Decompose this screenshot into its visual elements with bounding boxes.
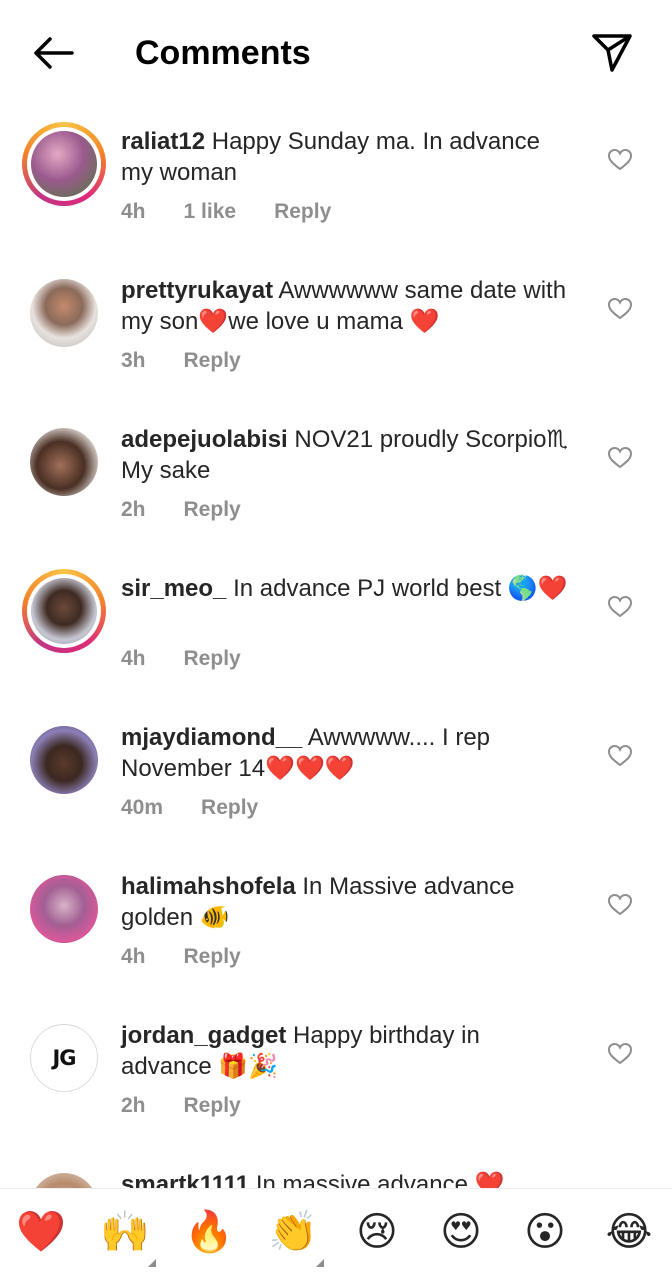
heart-icon[interactable] — [607, 893, 633, 917]
comment-time: 2h — [121, 1094, 146, 1117]
comment-body: In massive advance ❤️ — [255, 1171, 505, 1188]
avatar: JG — [30, 1024, 98, 1092]
comment-time: 40m — [121, 796, 164, 819]
comment-item: raliat12 Happy Sunday ma. In advance my … — [0, 104, 672, 253]
comment-text: sir_meo_ In advance PJ world best 🌎❤️ — [121, 573, 576, 604]
emoji-laughing-face[interactable]: 😂 — [602, 1207, 656, 1261]
emoji-fire[interactable]: 🔥 — [182, 1207, 236, 1261]
reply-button[interactable]: Reply — [274, 200, 331, 224]
avatar-story-ring[interactable] — [22, 569, 106, 653]
comment-item: JG jordan_gadget Happy birthday in advan… — [0, 998, 672, 1147]
comment-time: 2h — [121, 498, 146, 521]
reply-button[interactable]: Reply — [201, 796, 258, 820]
comment-meta: 4h 1 like Reply — [121, 200, 369, 224]
avatar-wrapper[interactable] — [22, 718, 106, 802]
avatar — [31, 578, 97, 644]
more-options-indicator — [316, 1259, 324, 1267]
comment-username[interactable]: prettyrukayat — [121, 277, 273, 304]
comment-item: smartk1111 In massive advance ❤️ — [0, 1147, 672, 1188]
comment-item: prettyrukayat Awwwwww same date with my … — [0, 253, 672, 402]
comment-text: mjaydiamond__ Awwwww.... I rep November … — [121, 722, 576, 784]
comment-item: adepejuolabisi NOV21 proudly Scorpio♏ My… — [0, 402, 672, 551]
heart-icon[interactable] — [607, 595, 633, 619]
comment-meta: 4h Reply — [121, 945, 279, 969]
emoji-crying-face[interactable]: 😢 — [350, 1207, 404, 1261]
heart-icon[interactable] — [607, 148, 633, 172]
comment-meta: 3h Reply — [121, 349, 279, 373]
more-options-indicator — [148, 1259, 156, 1267]
comments-list[interactable]: raliat12 Happy Sunday ma. In advance my … — [0, 104, 672, 1188]
comment-text: smartk1111 In massive advance ❤️ — [121, 1169, 576, 1188]
heart-icon[interactable] — [607, 1042, 633, 1066]
emoji-reaction-bar: ❤️ 🙌 🔥 👏 😢 😍 😮 😂 — [0, 1188, 672, 1272]
avatar — [30, 726, 98, 794]
comment-text: prettyrukayat Awwwwww same date with my … — [121, 275, 576, 337]
comment-username[interactable]: sir_meo_ — [121, 575, 226, 602]
emoji-heart-eyes[interactable]: 😍 — [434, 1207, 488, 1261]
reply-button[interactable]: Reply — [184, 1094, 241, 1118]
avatar-wrapper[interactable] — [22, 271, 106, 355]
comment-username[interactable]: halimahshofela — [121, 873, 296, 900]
comment-username[interactable]: mjaydiamond__ — [121, 724, 302, 751]
comment-text: halimahshofela In Massive advance golden… — [121, 871, 576, 933]
emoji-surprised-face[interactable]: 😮 — [518, 1207, 572, 1261]
comment-meta: 2h Reply — [121, 1094, 279, 1118]
comment-username[interactable]: raliat12 — [121, 128, 205, 155]
comment-time: 4h — [121, 200, 146, 223]
avatar-wrapper[interactable]: JG — [22, 1016, 106, 1100]
emoji-raising-hands-glyph: 🙌 — [100, 1210, 150, 1254]
page-title: Comments — [135, 34, 311, 72]
heart-icon[interactable] — [607, 297, 633, 321]
comment-body: In advance PJ world best 🌎❤️ — [233, 575, 568, 602]
avatar — [30, 428, 98, 496]
avatar-initials: JG — [52, 1046, 76, 1070]
avatar-wrapper[interactable] — [22, 420, 106, 504]
back-arrow-icon[interactable] — [28, 30, 78, 76]
comment-meta: 40m Reply — [121, 796, 296, 820]
reply-button[interactable]: Reply — [184, 498, 241, 522]
comment-likes[interactable]: 1 like — [184, 200, 237, 224]
heart-icon[interactable] — [607, 446, 633, 470]
paper-plane-icon[interactable] — [588, 30, 636, 76]
emoji-raising-hands[interactable]: 🙌 — [98, 1207, 156, 1267]
avatar-wrapper[interactable] — [22, 1165, 106, 1188]
header: Comments — [0, 0, 672, 104]
comment-meta: 2h Reply — [121, 498, 279, 522]
avatar — [30, 1173, 98, 1188]
comment-username[interactable]: adepejuolabisi — [121, 426, 288, 453]
reply-button[interactable]: Reply — [184, 945, 241, 969]
comment-username[interactable]: jordan_gadget — [121, 1022, 286, 1049]
avatar — [30, 875, 98, 943]
comment-time: 3h — [121, 349, 146, 372]
comment-item: halimahshofela In Massive advance golden… — [0, 849, 672, 998]
comment-text: jordan_gadget Happy birthday in advance … — [121, 1020, 576, 1082]
comment-username[interactable]: smartk1111 — [121, 1171, 249, 1188]
avatar-story-ring[interactable] — [22, 122, 106, 206]
comment-meta: 4h Reply — [121, 647, 279, 671]
heart-icon[interactable] — [607, 744, 633, 768]
emoji-clapping-hands[interactable]: 👏 — [266, 1207, 324, 1267]
avatar — [30, 279, 98, 347]
emoji-heart[interactable]: ❤️ — [14, 1207, 68, 1261]
comment-time: 4h — [121, 945, 146, 968]
comment-text: adepejuolabisi NOV21 proudly Scorpio♏ My… — [121, 424, 576, 486]
comment-item: mjaydiamond__ Awwwww.... I rep November … — [0, 700, 672, 849]
emoji-clapping-hands-glyph: 👏 — [268, 1210, 318, 1254]
avatar-wrapper[interactable] — [22, 867, 106, 951]
reply-button[interactable]: Reply — [184, 647, 241, 671]
avatar — [31, 131, 97, 197]
comment-item: sir_meo_ In advance PJ world best 🌎❤️ 4h… — [0, 551, 672, 700]
comment-text: raliat12 Happy Sunday ma. In advance my … — [121, 126, 576, 188]
reply-button[interactable]: Reply — [184, 349, 241, 373]
comment-time: 4h — [121, 647, 146, 670]
